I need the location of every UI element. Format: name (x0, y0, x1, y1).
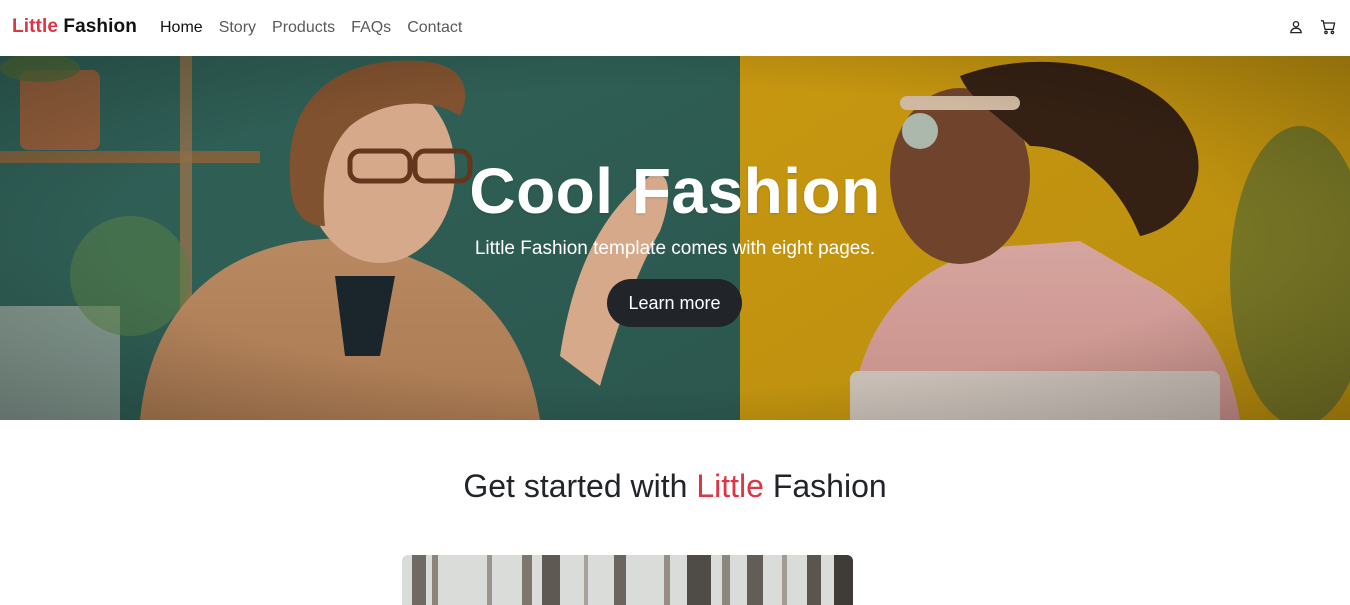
learn-more-button[interactable]: Learn more (607, 279, 742, 327)
hero-content: Cool Fashion Little Fashion template com… (0, 56, 1350, 420)
nav-link-contact[interactable]: Contact (407, 18, 462, 38)
hero-banner: Cool Fashion Little Fashion template com… (0, 56, 1350, 420)
hero-title: Cool Fashion (469, 155, 881, 227)
user-icon[interactable] (1288, 19, 1304, 35)
brand-logo[interactable]: Little Fashion (12, 16, 137, 38)
nav-link-story[interactable]: Story (219, 18, 256, 38)
navbar: Little Fashion Home Story Products FAQs … (0, 0, 1350, 56)
section-image (402, 555, 853, 605)
section-heading-prefix: Get started with (463, 468, 688, 504)
section-heading-suffix: Fashion (772, 468, 887, 504)
nav-icons (1288, 19, 1336, 35)
nav-links: Home Story Products FAQs Contact (160, 18, 478, 38)
section-heading-accent: Little (696, 468, 764, 504)
hero-subtitle: Little Fashion template comes with eight… (474, 238, 876, 259)
nav-link-products[interactable]: Products (272, 18, 335, 38)
brand-accent: Little (12, 16, 58, 37)
nav-link-faqs[interactable]: FAQs (351, 18, 391, 38)
section-heading: Get started with Little Fashion (0, 468, 1350, 505)
brand-rest: Fashion (63, 16, 137, 37)
cart-icon[interactable] (1320, 19, 1336, 35)
nav-link-home[interactable]: Home (160, 18, 203, 38)
